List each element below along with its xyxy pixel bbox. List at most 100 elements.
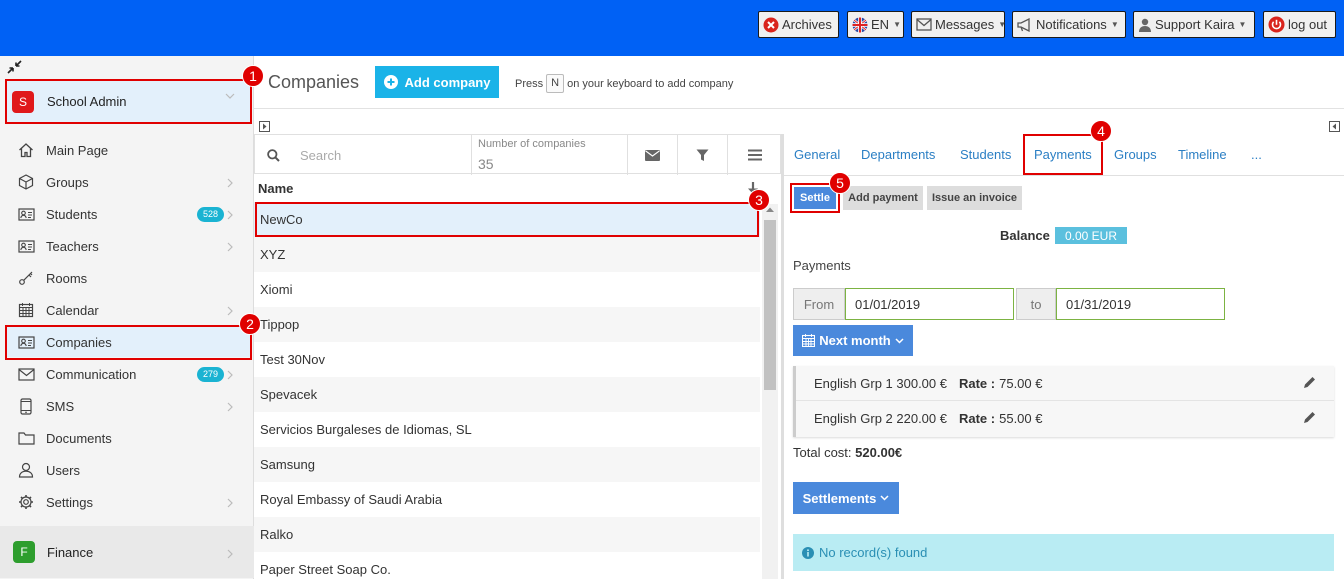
table-row[interactable]: Xiomi xyxy=(254,272,760,307)
top-bar: Archives EN ▼ Messages ▼ Notifications ▼… xyxy=(0,0,1344,56)
account-switcher[interactable]: S School Admin xyxy=(6,80,250,123)
balance-label: Balance xyxy=(1000,228,1050,243)
sidebar-item-communication[interactable]: Communication 279 xyxy=(6,359,250,389)
messages-button[interactable]: Messages ▼ xyxy=(911,11,1007,38)
table-row[interactable]: Ralko xyxy=(254,517,760,552)
search-input[interactable] xyxy=(300,144,465,166)
total-cost-value: 520.00€ xyxy=(855,445,903,460)
table-row[interactable]: Royal Embassy of Saudi Arabia xyxy=(254,482,760,517)
chevron-down-icon xyxy=(880,495,889,501)
table-row[interactable]: Paper Street Soap Co. xyxy=(254,552,760,579)
rate-value: 75.00 € xyxy=(999,375,1043,391)
from-date-input[interactable] xyxy=(845,288,1014,320)
company-count-label: Number of companies xyxy=(478,138,586,150)
balance-value: 0.00 EUR xyxy=(1055,227,1127,244)
list-item: English Grp 2 220.00 € Rate : 55.00 € xyxy=(796,401,1334,436)
add-company-label: Add company xyxy=(404,74,491,90)
tab-timeline[interactable]: Timeline xyxy=(1178,147,1227,162)
folder-icon xyxy=(17,429,35,447)
company-list-panel: Number of companies 35 Name NewCo XYZ Xi… xyxy=(254,134,781,579)
tab-groups[interactable]: Groups xyxy=(1114,147,1157,162)
menu-button[interactable] xyxy=(727,135,782,175)
from-label: From xyxy=(793,288,845,320)
finance-switcher[interactable]: F Finance xyxy=(0,526,254,578)
sidebar-item-label: Communication xyxy=(46,366,137,382)
list-item: English Grp 1 300.00 € Rate : 75.00 € xyxy=(796,366,1334,401)
hamburger-icon xyxy=(748,149,762,161)
gear-icon xyxy=(17,493,35,511)
sort-down-icon[interactable] xyxy=(747,181,759,195)
chevron-right-icon xyxy=(227,549,233,559)
scroll-up-icon[interactable] xyxy=(766,207,774,212)
chevron-down-icon: ▼ xyxy=(1238,20,1247,29)
sidebar-item-groups[interactable]: Groups xyxy=(6,167,250,197)
envelope-icon xyxy=(17,365,35,383)
expand-right-icon[interactable] xyxy=(1329,121,1340,132)
page-title: Companies xyxy=(268,72,360,92)
logout-button[interactable]: log out xyxy=(1263,11,1336,38)
tab-departments[interactable]: Departments xyxy=(861,147,935,162)
collapse-icon[interactable] xyxy=(7,60,22,74)
chevron-right-icon xyxy=(227,210,233,220)
language-button[interactable]: EN ▼ xyxy=(847,11,904,38)
chevron-down-icon: ▼ xyxy=(1110,20,1119,29)
header-divider xyxy=(254,108,1344,109)
scrollbar-thumb[interactable] xyxy=(764,220,776,390)
notifications-button[interactable]: Notifications ▼ xyxy=(1012,11,1126,38)
table-row[interactable]: Samsung xyxy=(254,447,760,482)
table-row[interactable]: NewCo xyxy=(254,202,760,237)
pencil-icon[interactable] xyxy=(1303,411,1316,424)
list-toolbar: Number of companies 35 xyxy=(254,134,782,175)
payment-list: English Grp 1 300.00 € Rate : 75.00 € En… xyxy=(793,366,1334,437)
total-cost-label: Total cost: xyxy=(793,445,852,460)
table-row[interactable]: Spevacek xyxy=(254,377,760,412)
logout-label: log out xyxy=(1288,17,1328,32)
hint-text: on your keyboard to add company xyxy=(567,77,734,90)
sidebar-item-calendar[interactable]: Calendar xyxy=(6,295,250,325)
info-icon xyxy=(802,546,814,559)
table-row[interactable]: Tippop xyxy=(254,307,760,342)
sidebar-item-rooms[interactable]: Rooms xyxy=(6,263,250,293)
email-button[interactable] xyxy=(627,135,677,175)
sidebar-item-users[interactable]: Users xyxy=(6,455,250,485)
plus-circle-icon xyxy=(383,75,398,89)
company-count-value: 35 xyxy=(478,156,494,172)
list-scrollbar[interactable] xyxy=(762,204,778,579)
no-records-alert: No record(s) found xyxy=(793,534,1334,571)
next-month-label: Next month xyxy=(819,333,891,348)
sidebar-item-students[interactable]: Students 528 xyxy=(6,199,250,229)
table-row[interactable]: Test 30Nov xyxy=(254,342,760,377)
sidebar-item-settings[interactable]: Settings xyxy=(6,487,250,517)
sidebar-item-sms[interactable]: SMS xyxy=(6,391,250,421)
sidebar-item-companies[interactable]: Companies xyxy=(6,327,250,357)
add-payment-button[interactable]: Add payment xyxy=(843,186,923,210)
table-row[interactable]: Servicios Burgaleses de Idiomas, SL xyxy=(254,412,760,447)
add-company-button[interactable]: Add company xyxy=(375,66,499,98)
pencil-icon[interactable] xyxy=(1303,376,1316,389)
chevron-down-icon xyxy=(225,93,235,99)
settle-button[interactable]: Settle xyxy=(794,187,836,209)
tab-more[interactable]: ... xyxy=(1251,147,1262,162)
name-column-header[interactable]: Name xyxy=(254,178,759,202)
finance-label: Finance xyxy=(47,544,94,560)
settlements-button[interactable]: Settlements xyxy=(793,482,899,514)
tab-students[interactable]: Students xyxy=(960,147,1011,162)
next-month-button[interactable]: Next month xyxy=(793,325,913,356)
tab-payments[interactable]: Payments xyxy=(1034,147,1092,162)
sidebar-item-teachers[interactable]: Teachers xyxy=(6,231,250,261)
filter-button[interactable] xyxy=(677,135,727,175)
sidebar-item-documents[interactable]: Documents xyxy=(6,423,250,453)
sidebar-item-label: Teachers xyxy=(46,238,99,254)
issue-invoice-button[interactable]: Issue an invoice xyxy=(927,186,1022,210)
tab-general[interactable]: General xyxy=(794,147,840,162)
chevron-down-icon: ▼ xyxy=(998,20,1007,29)
table-row[interactable]: XYZ xyxy=(254,237,760,272)
id-card-icon xyxy=(17,333,35,351)
close-circle-icon xyxy=(763,17,779,33)
to-date-input[interactable] xyxy=(1056,288,1225,320)
archives-button[interactable]: Archives xyxy=(758,11,839,38)
sidebar-item-label: Companies xyxy=(46,334,112,350)
user-menu-button[interactable]: Support Kaira ▼ xyxy=(1133,11,1255,38)
expand-left-icon[interactable] xyxy=(259,121,270,132)
sidebar-item-main-page[interactable]: Main Page xyxy=(6,135,250,165)
